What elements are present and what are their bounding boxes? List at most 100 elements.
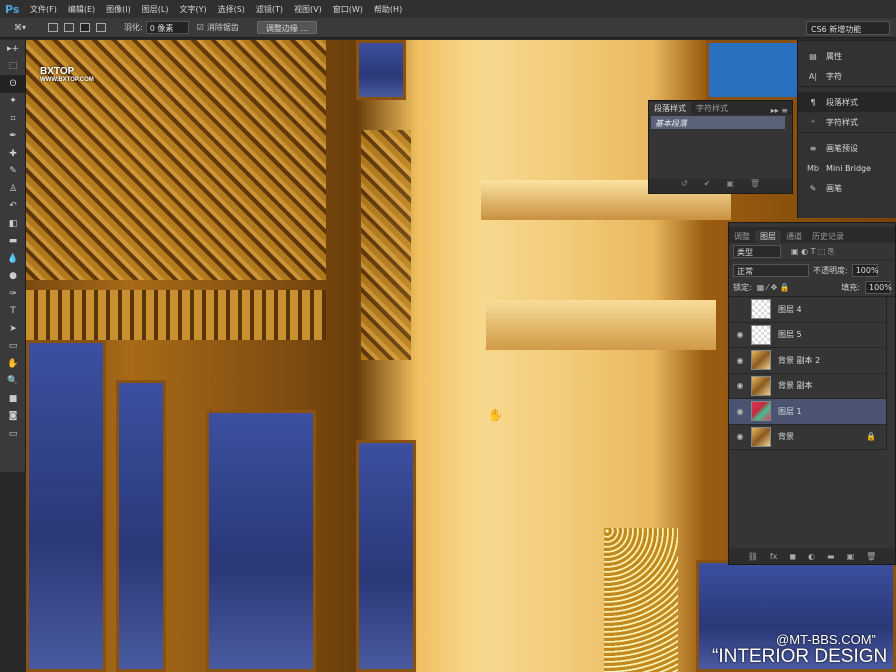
zoom-tool-icon[interactable]: 🔍 — [0, 373, 26, 391]
menu-item[interactable]: 文字(Y) — [179, 4, 206, 15]
frieze — [26, 290, 326, 340]
layer-row[interactable]: ◉ 背景 副本 — [729, 374, 886, 399]
photoshop-logo: Ps — [5, 2, 20, 16]
dock-item[interactable]: Mb Mini Bridge — [798, 158, 896, 178]
dock-item-icon: Mb — [807, 163, 819, 173]
magic-wand-tool-icon[interactable]: ✦ — [0, 93, 26, 111]
lock-label: 锁定: — [733, 283, 752, 292]
tab-paragraph-styles[interactable]: 段落样式 — [649, 102, 691, 115]
visibility-eye-icon[interactable]: ◉ — [729, 356, 751, 365]
dock-item-icon: ≡ — [809, 143, 817, 153]
dock-item[interactable]: ᴬ 字符样式 — [798, 112, 896, 132]
layers-tab[interactable]: 调整 — [729, 230, 755, 243]
shape-tool-icon[interactable]: ▭ — [0, 338, 26, 356]
filter-kind-select[interactable]: 类型 — [733, 245, 781, 258]
adjustment-icon[interactable]: ◐ — [808, 552, 815, 561]
window — [26, 340, 106, 672]
opacity-input[interactable]: 100% — [851, 263, 879, 277]
crop-tool-icon[interactable]: ⌗ — [0, 110, 26, 128]
history-brush-tool-icon[interactable]: ↶ — [0, 198, 26, 216]
menu-item[interactable]: 文件(F) — [30, 4, 57, 15]
gradient-tool-icon[interactable]: ▬ — [0, 233, 26, 251]
refine-edge-button[interactable]: 调整边缘 ... — [256, 21, 318, 34]
move-tool-icon[interactable]: ▸+ — [0, 40, 26, 58]
new-layer-icon[interactable]: ▣ — [847, 552, 855, 561]
add-selection-button[interactable] — [64, 23, 75, 32]
fx-icon[interactable]: fx — [770, 552, 778, 561]
dock-item-icon: ᴬ — [811, 117, 815, 127]
title-watermark: “INTERIOR DESIGN — [712, 646, 888, 667]
redefine-icon[interactable]: ✔ — [704, 179, 711, 193]
layer-row[interactable]: ◉ 背景 🔒 — [729, 425, 886, 450]
feather-input[interactable]: 0 像素 — [145, 21, 189, 34]
menu-item[interactable]: 帮助(H) — [374, 4, 402, 15]
brush-tool-icon[interactable]: ✎ — [0, 163, 26, 181]
intersect-selection-button[interactable] — [96, 23, 107, 32]
menu-item[interactable]: 窗口(W) — [333, 4, 363, 15]
new-style-icon[interactable]: ▣ — [726, 179, 734, 193]
pen-tool-icon[interactable]: ✑ — [0, 285, 26, 303]
lock-icons[interactable]: ▦ ⁄ ✥ 🔒 — [757, 283, 790, 292]
path-select-tool-icon[interactable]: ➤ — [0, 320, 26, 338]
delete-icon[interactable]: 🗑 — [750, 179, 760, 193]
menu-item[interactable]: 编辑(E) — [68, 4, 95, 15]
visibility-eye-icon[interactable]: ◉ — [729, 330, 751, 339]
type-tool-icon[interactable]: T — [0, 303, 26, 321]
eraser-tool-icon[interactable]: ◧ — [0, 215, 26, 233]
panel-menu-icon[interactable]: ▸▸ ≡ — [767, 106, 792, 115]
menu-item[interactable]: 选择(S) — [218, 4, 245, 15]
workspace-select[interactable]: CS6 新增功能 — [806, 21, 890, 35]
clear-override-icon[interactable]: ↺ — [681, 179, 688, 193]
panel-dock: ▤ 属性 A| 字符 ¶ 段落样式 ᴬ 字符样式 ≡ 画笔预设 Mb Mini Bridge ✎ 画笔 — [797, 40, 896, 218]
layers-tab[interactable]: 历史记录 — [807, 230, 849, 243]
dock-item[interactable]: ≡ 画笔预设 — [798, 138, 896, 158]
filter-icons[interactable]: ▣ ◐ T ⬚ ⎘ — [791, 247, 835, 257]
dodge-tool-icon[interactable]: ● — [0, 268, 26, 286]
dock-item[interactable]: ✎ 画笔 — [798, 178, 896, 198]
menu-item[interactable]: 图层(L) — [142, 4, 169, 15]
menu-item[interactable]: 滤镜(T) — [256, 4, 283, 15]
mask-icon[interactable]: ◼ — [789, 552, 796, 561]
lasso-tool-icon[interactable]: ʘ — [0, 75, 26, 93]
cornice — [486, 300, 716, 350]
layers-tab[interactable]: 图层 — [755, 230, 781, 243]
options-bar: ⌘▾ 羽化: 0 像素 ☑ 消除锯齿 调整边缘 ... — [0, 18, 896, 38]
quickmask-tool-icon[interactable]: ◙ — [0, 408, 26, 426]
eyedropper-tool-icon[interactable]: ✒ — [0, 128, 26, 146]
screen-mode-tool-icon[interactable]: ▭ — [0, 425, 26, 443]
marquee-tool-icon[interactable]: ⬚ — [0, 58, 26, 76]
link-icon[interactable]: ⛓ — [748, 552, 758, 561]
style-item[interactable]: 基本段落 — [651, 116, 785, 129]
menu-item[interactable]: 图像(I) — [106, 4, 131, 15]
layers-tab[interactable]: 通道 — [781, 230, 807, 243]
menu-item[interactable]: 视图(V) — [294, 4, 322, 15]
blend-mode-select[interactable]: 正常 — [733, 263, 809, 277]
visibility-eye-icon[interactable]: ◉ — [729, 432, 751, 441]
layer-row[interactable]: 图层 4 — [729, 297, 886, 323]
visibility-eye-icon[interactable]: ◉ — [729, 407, 751, 416]
subtract-selection-button[interactable] — [80, 23, 91, 32]
dock-item[interactable]: A| 字符 — [798, 66, 896, 86]
new-selection-button[interactable] — [48, 23, 59, 32]
trash-icon[interactable]: 🗑 — [866, 552, 876, 561]
window — [116, 380, 166, 672]
colors-tool-icon[interactable]: ■ — [0, 390, 26, 408]
site-watermark: @MT-BBS.COM” — [776, 632, 876, 647]
clone-stamp-tool-icon[interactable]: ♙ — [0, 180, 26, 198]
tab-character-styles[interactable]: 字符样式 — [691, 102, 733, 115]
dock-item[interactable]: ¶ 段落样式 — [798, 92, 896, 112]
lock-icon: 🔒 — [866, 432, 876, 442]
dock-item[interactable]: ▤ 属性 — [798, 46, 896, 66]
fill-input[interactable]: 100% — [865, 281, 892, 294]
lasso-preset-icon[interactable]: ⌘▾ — [14, 23, 26, 32]
folder-icon[interactable]: ▬ — [827, 552, 835, 561]
layer-row[interactable]: ◉ 图层 1 — [729, 399, 886, 425]
layer-row[interactable]: ◉ 图层 5 — [729, 323, 886, 348]
layer-row[interactable]: ◉ 背景 副本 2 — [729, 348, 886, 374]
visibility-eye-icon[interactable]: ◉ — [729, 381, 751, 390]
hand-tool-icon[interactable]: ✋ — [0, 355, 26, 373]
healing-tool-icon[interactable]: ✚ — [0, 145, 26, 163]
crystal-lamp — [604, 528, 678, 672]
antialias-checkbox[interactable]: ☑ — [197, 23, 204, 32]
blur-tool-icon[interactable]: 💧 — [0, 250, 26, 268]
